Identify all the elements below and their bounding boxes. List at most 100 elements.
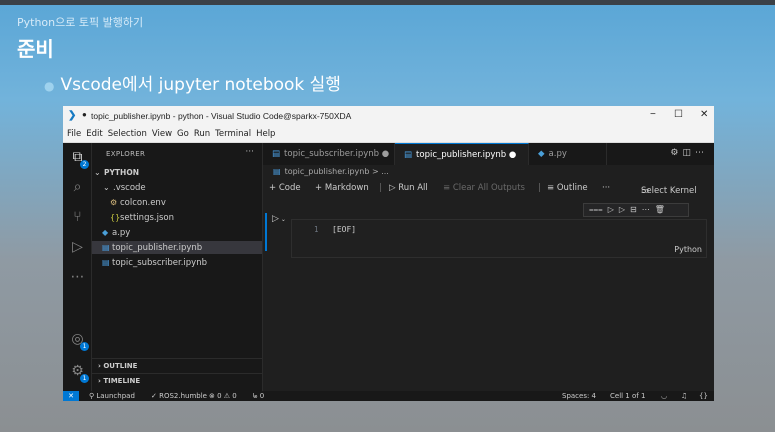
tree-root-label: PYTHON — [104, 168, 139, 177]
tree-item-topic-publisher[interactable]: ▤ topic_publisher.ipynb — [92, 241, 262, 254]
menu-selection[interactable]: Selection — [108, 129, 147, 139]
menu-run[interactable]: Run — [194, 129, 210, 139]
chevron-down-icon[interactable]: ⌄ — [279, 216, 286, 223]
menu-help[interactable]: Help — [256, 129, 275, 139]
search-icon[interactable]: ⌕ — [69, 179, 86, 196]
clear-all-outputs-button[interactable]: ≡ Clear All Outputs — [443, 183, 525, 193]
braces-icon[interactable]: {} — [699, 391, 708, 401]
menu-view[interactable]: View — [152, 129, 172, 139]
cell-position-status[interactable]: Cell 1 of 1 — [610, 391, 645, 401]
tab-label: topic_publisher.ipynb — [416, 150, 507, 160]
slide-top-bar — [0, 0, 775, 5]
explorer-more-button[interactable]: ··· — [245, 147, 254, 157]
run-by-line-icon[interactable]: ⩶ — [589, 205, 608, 214]
tree-item-topic-subscriber[interactable]: ▤ topic_subscriber.ipynb — [92, 256, 262, 269]
vscode-logo-icon: ❯ — [68, 110, 77, 121]
outline-button[interactable]: ≡ Outline — [547, 183, 588, 193]
split-editor-icon[interactable]: ◫ — [682, 148, 695, 158]
tree-root-python[interactable]: ⌄ PYTHON — [92, 166, 262, 179]
menu-go[interactable]: Go — [177, 129, 189, 139]
editor-actions: ⚙◫⋯ — [670, 148, 708, 158]
bullet-dot-icon: ● — [44, 79, 55, 93]
settings-gear-icon[interactable]: ⚙ — [670, 148, 682, 158]
tab-dirty-indicator[interactable]: ● — [509, 150, 516, 160]
tree-item-label: settings.json — [120, 213, 174, 223]
tree-item-vscode[interactable]: ⌄ .vscode — [92, 181, 262, 194]
indentation-status[interactable]: Spaces: 4 — [562, 391, 596, 401]
delete-cell-icon[interactable]: 🗑 — [655, 205, 670, 214]
breadcrumb-text[interactable]: topic_publisher.ipynb > ... — [285, 167, 389, 176]
vscode-window: ❯ ● topic_publisher.ipynb - python - Vis… — [63, 106, 714, 401]
notebook-icon: ▤ — [272, 149, 281, 159]
close-button[interactable]: ✕ — [700, 109, 708, 120]
execute-below-icon[interactable]: ▷ — [619, 205, 630, 214]
run-debug-icon[interactable]: ▷ — [69, 239, 86, 256]
split-cell-icon[interactable]: ⊟ — [630, 205, 642, 214]
tree-item-label: topic_subscriber.ipynb — [112, 258, 207, 268]
notebook-icon: ▤ — [404, 150, 413, 160]
menu-edit[interactable]: Edit — [86, 129, 102, 139]
tree-item-settings-json[interactable]: {}settings.json — [92, 211, 262, 224]
add-markdown-button[interactable]: + Markdown — [315, 183, 369, 193]
tab-label: a.py — [548, 149, 567, 159]
editor-area: ▤ topic_subscriber.ipynb ● ▤ topic_publish… — [263, 143, 714, 391]
toolbar-separator: | — [538, 183, 541, 193]
slide-subtitle: Python으로 토픽 발행하기 — [17, 16, 144, 29]
remote-indicator[interactable]: ✕ — [63, 391, 79, 401]
problems-status[interactable]: ⊗ 0 ⚠ 0 — [209, 391, 237, 401]
notebook-file-icon: ▤ — [102, 258, 110, 267]
ports-status[interactable]: ᖚ 0 — [253, 391, 264, 401]
window-title: topic_publisher.ipynb - python - Visual … — [91, 111, 352, 121]
notebook-toolbar: + Code + Markdown | ▷ Run All ≡ Clear Al… — [263, 180, 714, 198]
toolbar-more-button[interactable]: ··· — [602, 183, 610, 193]
line-number: 1 — [314, 225, 319, 234]
maximize-button[interactable]: ☐ — [674, 109, 683, 120]
run-cell-button[interactable]: ▷ ⌄ — [272, 214, 286, 224]
add-code-button[interactable]: + Code — [269, 183, 301, 193]
tree-item-label: a.py — [112, 228, 131, 238]
cell-code[interactable]: [EOF] — [332, 225, 356, 234]
cell-focus-indicator — [265, 213, 267, 251]
tab-dirty-indicator[interactable]: ● — [382, 149, 389, 159]
tree-item-colcon-env[interactable]: ⚙ colcon.env — [92, 196, 262, 209]
source-control-icon[interactable]: ⑂ — [69, 209, 86, 226]
breadcrumb: ▤ topic_publisher.ipynb > ... — [273, 167, 389, 176]
more-actions-icon[interactable]: ⋯ — [695, 148, 708, 158]
minimize-button[interactable]: − — [650, 109, 656, 120]
accounts-icon[interactable]: ◎ 1 — [69, 331, 89, 351]
more-views-icon[interactable]: ⋯ — [69, 269, 86, 286]
notifications-icon[interactable]: ♫ — [681, 391, 687, 401]
explorer-sidebar: EXPLORER ··· ⌄ PYTHON ⌄ .vscode ⚙ colcon.en… — [92, 143, 263, 391]
tree-item-label: .vscode — [113, 183, 146, 193]
cell-language[interactable]: Python — [674, 245, 702, 254]
tab-a-py[interactable]: ◆ a.py — [529, 143, 607, 165]
execute-above-icon[interactable]: ▷ — [608, 205, 619, 214]
tab-topic-subscriber[interactable]: ▤ topic_subscriber.ipynb ● — [263, 143, 395, 165]
ros-status[interactable]: ✓ ROS2.humble — [151, 391, 207, 401]
outline-section[interactable]: › OUTLINE — [92, 358, 262, 372]
tab-bar: ▤ topic_subscriber.ipynb ● ▤ topic_publish… — [263, 143, 714, 165]
slide-title: 준비 — [17, 37, 54, 61]
run-all-button[interactable]: ▷ Run All — [389, 183, 428, 193]
json-file-icon: {} — [110, 213, 121, 222]
accounts-badge: 1 — [80, 342, 89, 351]
python-file-icon: ◆ — [102, 228, 109, 237]
manage-badge: 1 — [80, 374, 89, 383]
launchpad-status[interactable]: ⚲ Launchpad — [89, 391, 135, 401]
cell-toolbar: ⩶▷▷⊟⋯🗑 — [583, 203, 689, 217]
menu-file[interactable]: File — [67, 129, 81, 139]
timeline-section[interactable]: › TIMELINE — [92, 373, 262, 387]
menu-terminal[interactable]: Terminal — [215, 129, 251, 139]
gear-file-icon: ⚙ — [110, 198, 118, 207]
sync-icon[interactable]: ◡ — [661, 391, 667, 401]
manage-gear-icon[interactable]: ⚙ 1 — [69, 363, 89, 383]
menu-bar: File Edit Selection View Go Run Terminal… — [63, 125, 714, 143]
tree-item-a-py[interactable]: ◆ a.py — [92, 226, 262, 239]
chevron-down-icon: ⌄ — [94, 168, 101, 177]
cell-more-icon[interactable]: ⋯ — [642, 205, 655, 214]
code-cell[interactable]: 1 [EOF] Python — [291, 219, 707, 258]
chevron-down-icon: ⌄ — [103, 183, 110, 192]
tab-topic-publisher[interactable]: ▤ topic_publisher.ipynb ● — [395, 143, 529, 165]
explorer-icon[interactable]: ⧉ 2 — [69, 149, 89, 169]
slide-bullet-text: Vscode에서 jupyter notebook 실행 — [60, 75, 341, 95]
